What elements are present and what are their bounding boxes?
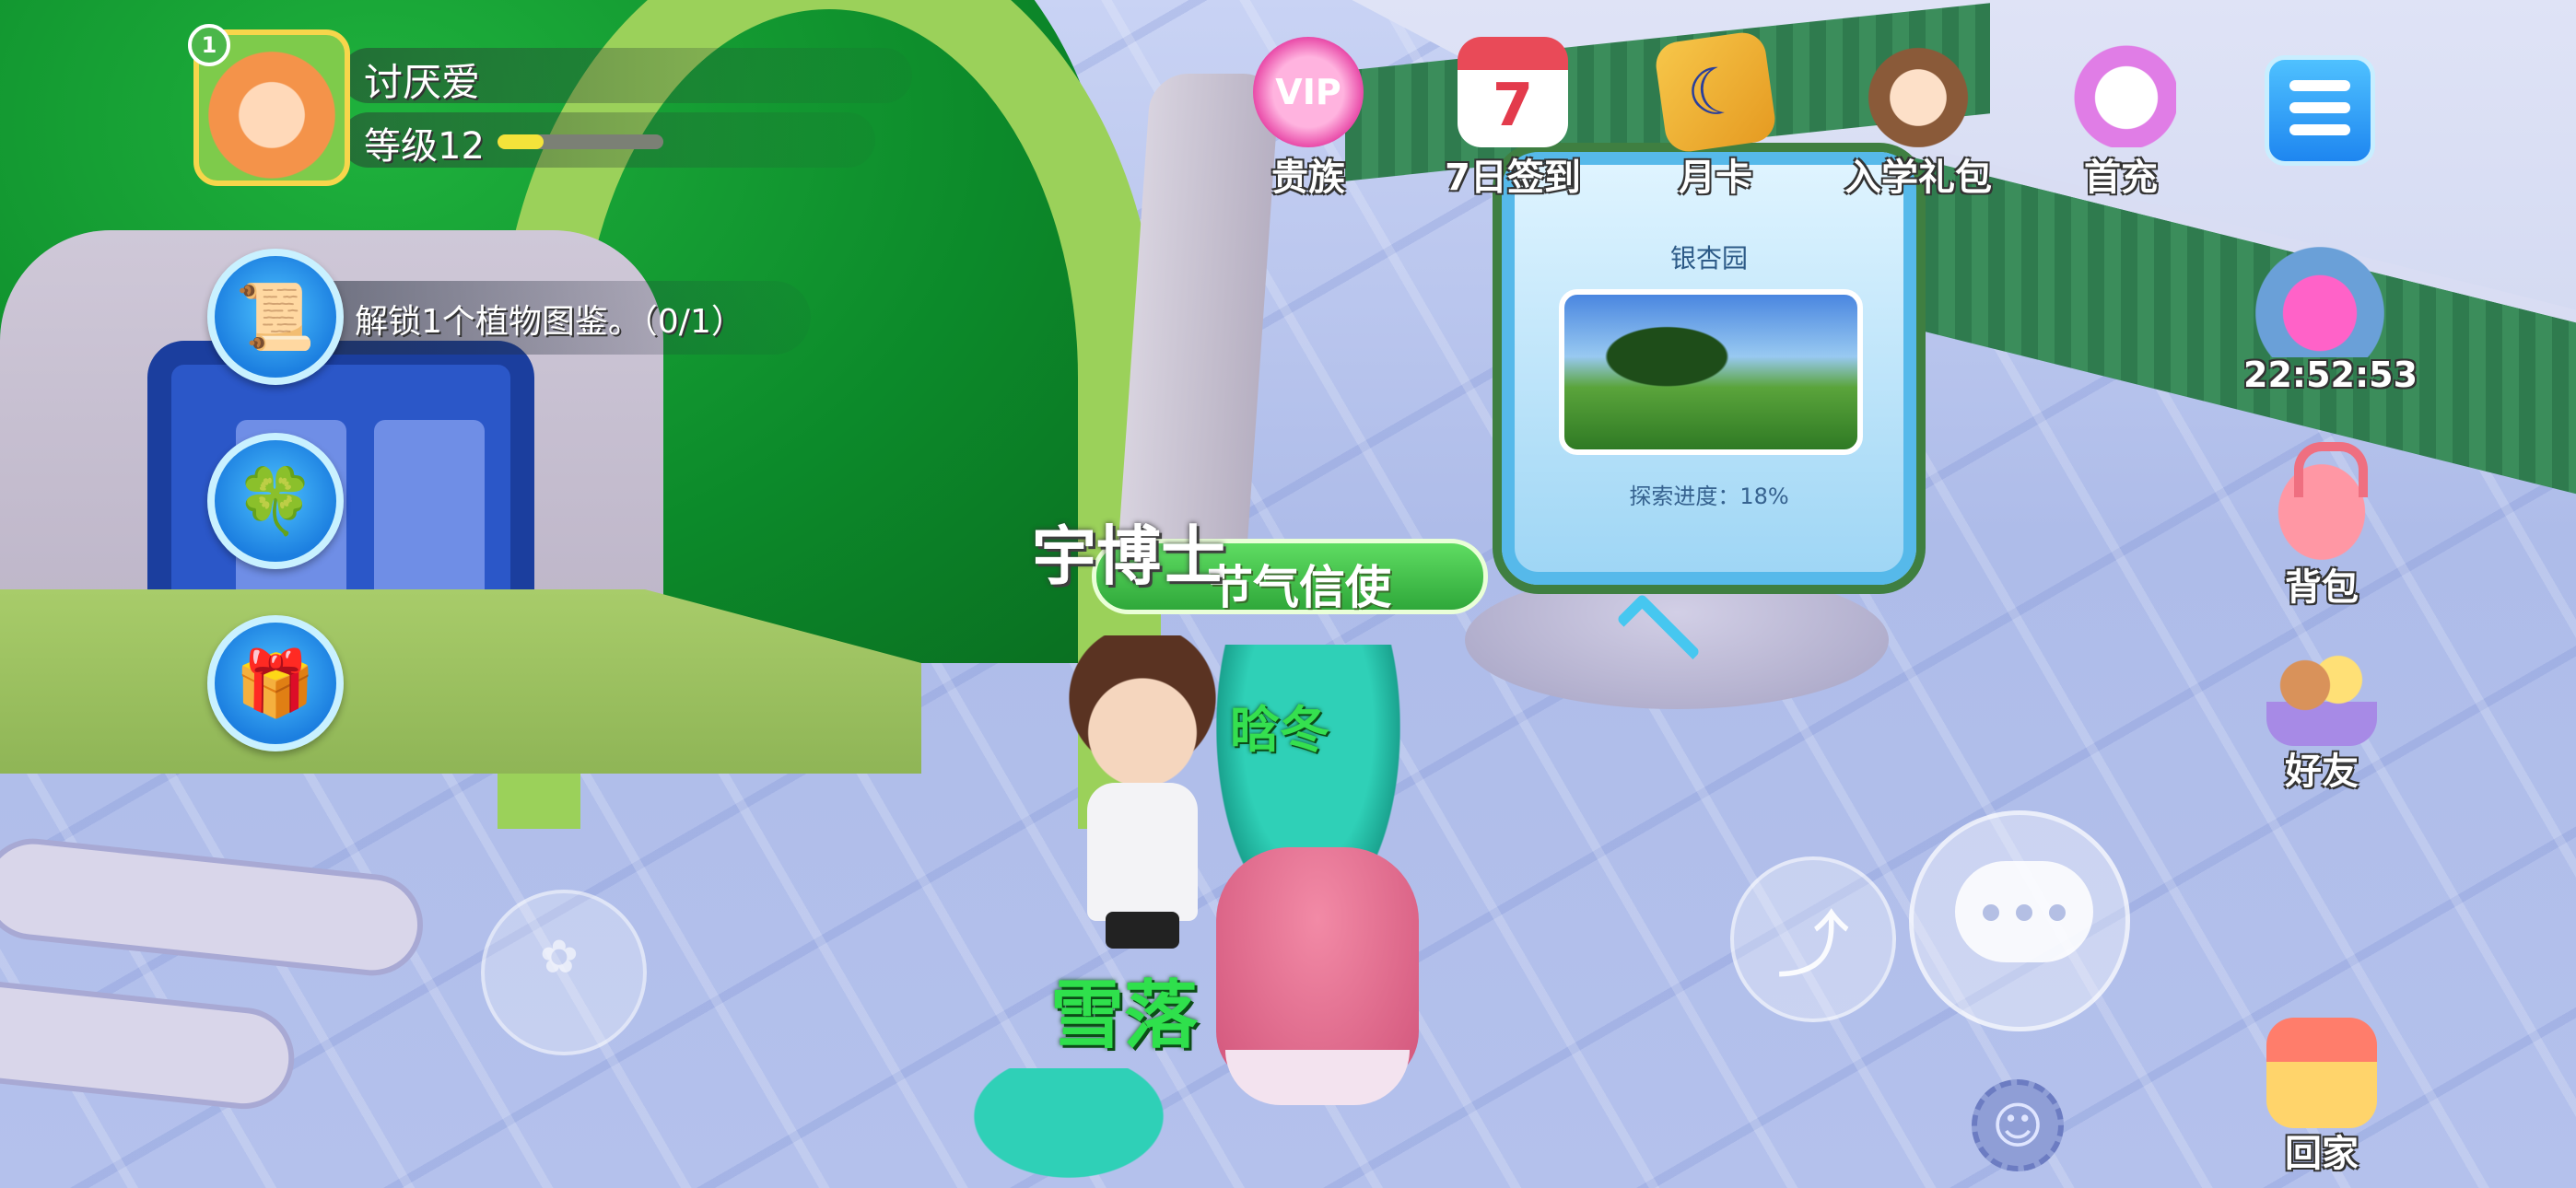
clover-book-button[interactable]: 🍀 bbox=[207, 433, 344, 569]
other-player[interactable] bbox=[958, 1068, 1179, 1188]
hamburger-icon bbox=[2289, 80, 2350, 91]
quest-scroll-button[interactable]: 📜 bbox=[207, 249, 344, 385]
gift-box-icon: 🎁 bbox=[235, 645, 316, 721]
clover-icon: ✿ bbox=[540, 930, 579, 984]
treasure-chest-icon[interactable] bbox=[2255, 247, 2384, 357]
chat-button[interactable] bbox=[1909, 810, 2130, 1031]
chat-dot bbox=[2049, 904, 2066, 921]
sign-title: 银杏园 bbox=[1669, 243, 1748, 274]
month-card-icon bbox=[1653, 29, 1778, 155]
month-card-label: 月卡 bbox=[1679, 157, 1752, 199]
ginkgo-garden-image bbox=[1559, 289, 1863, 455]
chat-dot bbox=[2016, 904, 2032, 921]
gift-pack-girl-icon bbox=[1863, 37, 1973, 147]
first-recharge-button[interactable]: 首充 bbox=[2038, 37, 2204, 212]
go-home-label: 回家 bbox=[2285, 1133, 2359, 1175]
home-icon bbox=[2266, 1018, 2377, 1128]
xp-progress-fill bbox=[498, 134, 544, 149]
jump-icon: ⤴ bbox=[1776, 903, 1850, 988]
go-home-button[interactable]: 回家 bbox=[2248, 1018, 2395, 1183]
starter-pack-button[interactable]: 入学礼包 bbox=[1835, 37, 2001, 212]
first-recharge-label: 首充 bbox=[2084, 157, 2158, 199]
hamburger-icon bbox=[2289, 124, 2350, 135]
vip-crown-icon bbox=[1253, 37, 1364, 147]
npc-title-text: 节气信使 bbox=[1207, 561, 1391, 614]
avatar-level-badge: 1 bbox=[188, 24, 230, 66]
unicorn-icon bbox=[2066, 37, 2176, 147]
emote-button[interactable]: ☺ bbox=[1972, 1079, 2064, 1171]
gift-box-button[interactable]: 🎁 bbox=[207, 615, 344, 751]
scroll-check-icon: 📜 bbox=[235, 278, 316, 355]
backpack-icon bbox=[2266, 442, 2377, 562]
chat-dot bbox=[1983, 904, 1999, 921]
xp-progress-bar bbox=[498, 134, 663, 149]
npc-doctor-legs bbox=[1106, 912, 1179, 949]
calendar-icon bbox=[1458, 37, 1568, 147]
month-card-button[interactable]: 月卡 bbox=[1633, 29, 1798, 212]
jump-button[interactable]: ⤴ bbox=[1730, 856, 1896, 1022]
friends-icon bbox=[2266, 635, 2377, 746]
chat-bubble-icon bbox=[1955, 861, 2093, 962]
character-name-tag: 晗冬 bbox=[1230, 701, 1329, 759]
movement-joystick[interactable]: ✿ bbox=[481, 890, 647, 1055]
player-name: 讨厌爱 bbox=[364, 60, 481, 105]
player-info-panel[interactable]: 1 讨厌爱 等级12 bbox=[188, 20, 912, 186]
smiley-icon: ☺ bbox=[1991, 1096, 2044, 1155]
starter-pack-label: 入学礼包 bbox=[1844, 157, 1992, 199]
area-info-signboard[interactable]: 银杏园 探索进度：18% bbox=[1502, 152, 1916, 585]
daily-checkin-label: 7日签到 bbox=[1445, 157, 1581, 199]
friends-button[interactable]: 好友 bbox=[2248, 635, 2395, 801]
player-level: 等级12 bbox=[364, 125, 485, 168]
backpack-label: 背包 bbox=[2285, 566, 2359, 609]
vip-button[interactable]: 贵族 bbox=[1225, 37, 1391, 212]
event-timer: 22:52:53 bbox=[2243, 355, 2418, 395]
clover-book-icon: 🍀 bbox=[235, 462, 316, 539]
sign-progress: 探索进度：18% bbox=[1629, 483, 1789, 509]
player-name-tag: 雪落 bbox=[1050, 973, 1198, 1058]
character-frill bbox=[1225, 1050, 1410, 1105]
friends-label: 好友 bbox=[2285, 751, 2359, 793]
quest-text[interactable]: 解锁1个植物图鉴。（0/1） bbox=[355, 295, 744, 343]
daily-checkin-button[interactable]: 7日签到 bbox=[1430, 37, 1596, 212]
hamburger-icon bbox=[2289, 102, 2350, 113]
npc-doctor-name: 宇博士 bbox=[1032, 518, 1225, 594]
main-menu-button[interactable] bbox=[2265, 55, 2375, 166]
npc-doctor-coat bbox=[1087, 783, 1198, 921]
vip-label: 贵族 bbox=[1271, 157, 1345, 199]
backpack-button[interactable]: 背包 bbox=[2248, 442, 2395, 617]
